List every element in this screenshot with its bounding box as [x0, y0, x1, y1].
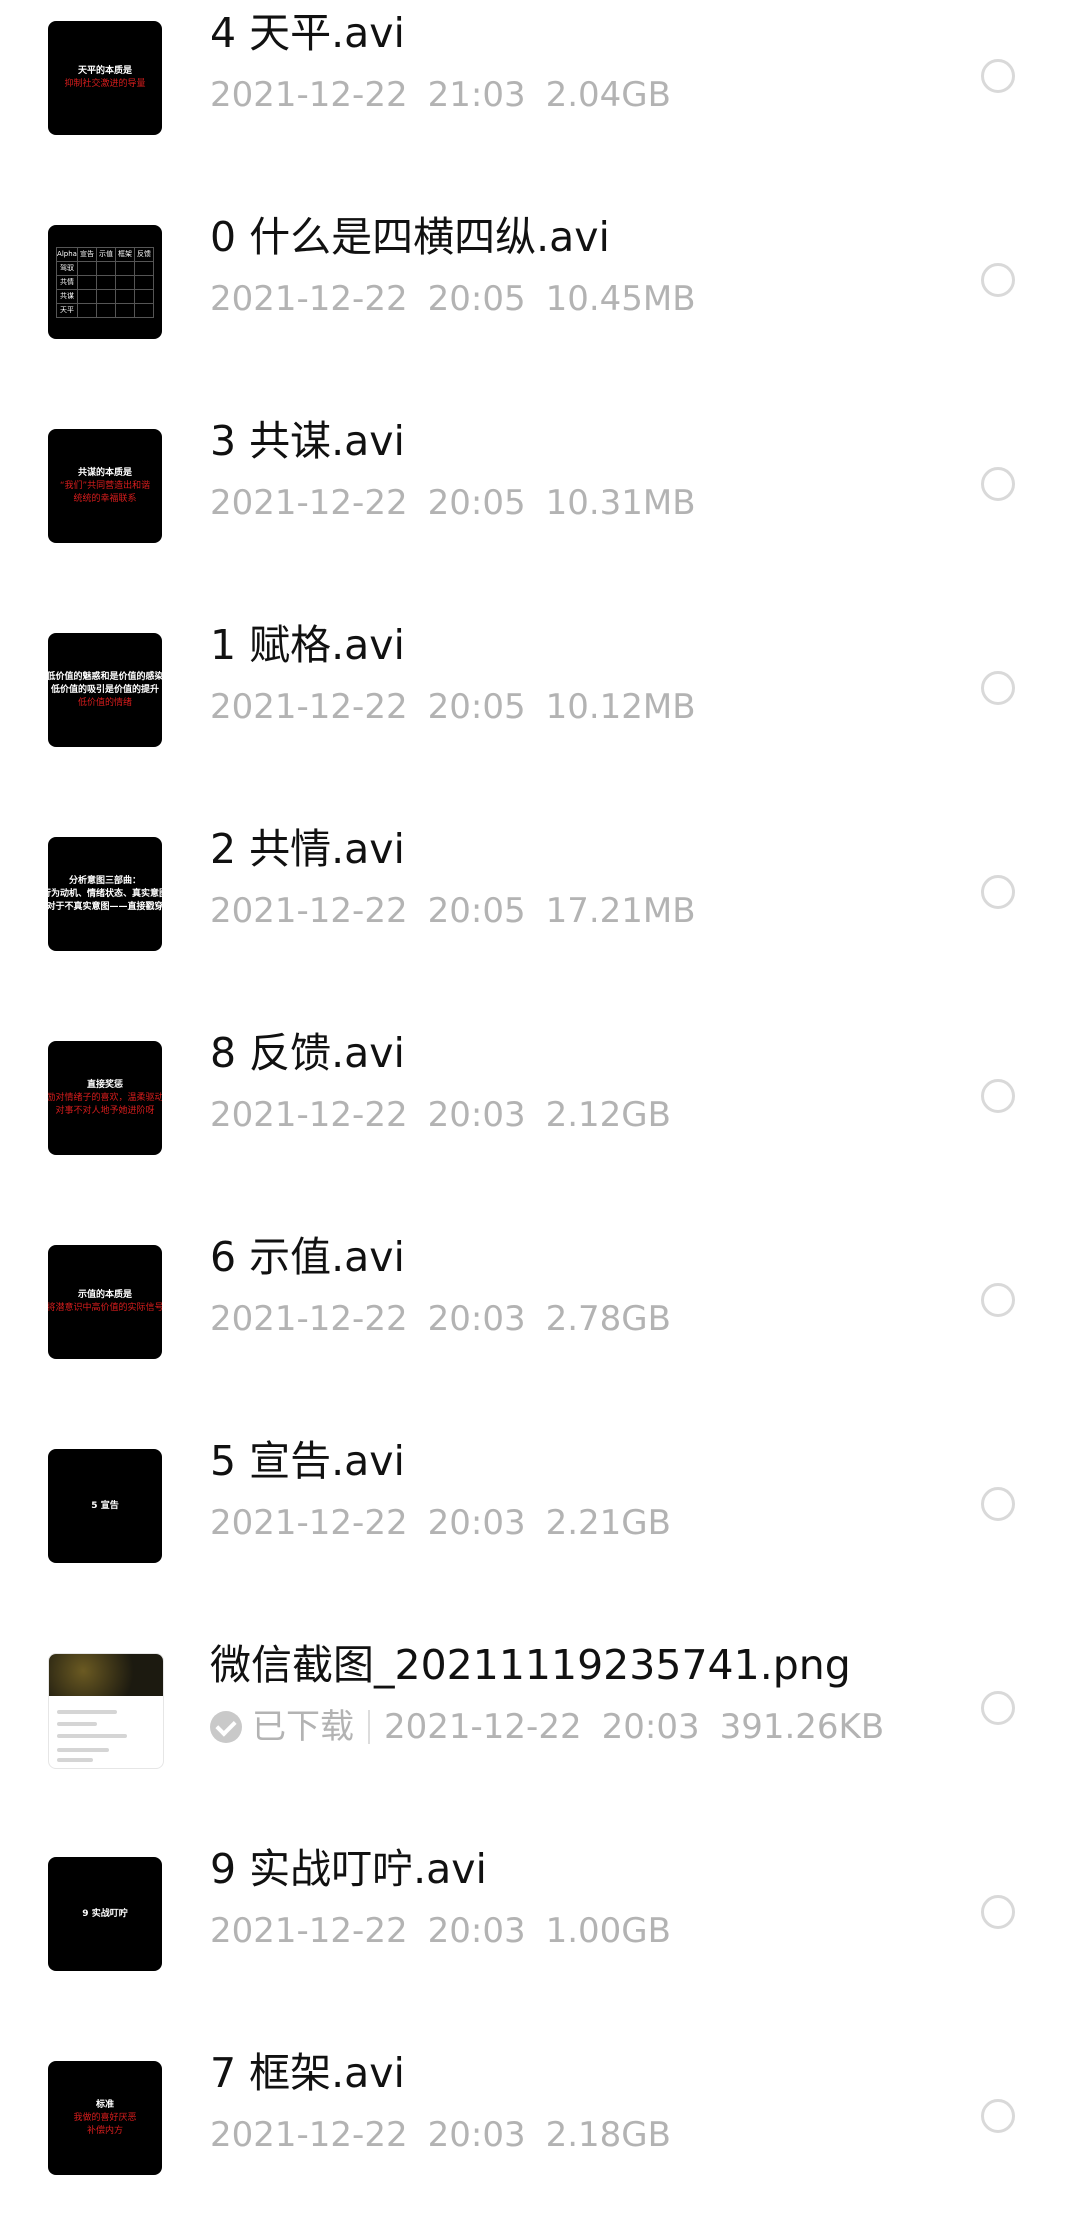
file-meta: 2021-12-22 20:05 17.21MB	[210, 889, 696, 933]
file-date: 2021-12-22	[210, 687, 408, 727]
file-row[interactable]: 低价值的魅惑和是价值的感染 低价值的吸引是价值的提升 低价值的情绪 1 赋格.avi 2…	[0, 588, 1080, 792]
video-thumbnail: 天平的本质是 抑制社交激进的导量	[48, 21, 162, 135]
file-meta: 2021-12-22 20:05 10.45MB	[210, 277, 696, 321]
video-thumbnail: 共谋的本质是 “我们”共同营造出和谐 统统的幸福联系	[48, 429, 162, 543]
video-thumbnail: 直接奖惩奖励对情绪子的喜欢，温柔驱动情对事不对人地予她进阶呀	[48, 1041, 162, 1155]
file-time: 20:03	[427, 1503, 526, 1543]
file-meta: 2021-12-22 20:05 10.31MB	[210, 481, 696, 525]
select-radio[interactable]	[981, 1283, 1015, 1317]
select-radio[interactable]	[981, 1895, 1015, 1929]
select-radio[interactable]	[981, 671, 1015, 705]
file-date: 2021-12-22	[210, 279, 408, 319]
file-name: 2 共情.avi	[210, 825, 405, 873]
select-radio[interactable]	[981, 1691, 1015, 1725]
file-name: 微信截图_20211119235741.png	[210, 1641, 851, 1689]
file-date: 2021-12-22	[210, 2115, 408, 2155]
file-time: 20:05	[427, 687, 526, 727]
file-size: 2.18GB	[545, 2115, 671, 2155]
file-row[interactable]: 天平的本质是 抑制社交激进的导量 4 天平.avi 2021-12-22 21:03 2.…	[0, 0, 1080, 180]
video-thumbnail: 示值的本质是 将潜意识中高价值的实际信号	[48, 1245, 162, 1359]
file-size: 10.45MB	[545, 279, 696, 319]
select-radio[interactable]	[981, 2099, 1015, 2133]
file-size: 10.31MB	[545, 483, 696, 523]
file-row[interactable]: 示值的本质是 将潜意识中高价值的实际信号 6 示值.avi 2021-12-22 20:…	[0, 1200, 1080, 1404]
video-thumbnail: 低价值的魅惑和是价值的感染 低价值的吸引是价值的提升 低价值的情绪	[48, 633, 162, 747]
check-icon	[210, 1711, 242, 1743]
file-date: 2021-12-22	[210, 483, 408, 523]
file-size: 2.21GB	[545, 1503, 671, 1543]
separator	[368, 1710, 370, 1744]
select-radio[interactable]	[981, 875, 1015, 909]
file-name: 7 框架.avi	[210, 2049, 405, 2097]
file-name: 5 宣告.avi	[210, 1437, 405, 1485]
file-date: 2021-12-22	[384, 1707, 582, 1747]
downloaded-badge: 已下载	[210, 1705, 354, 1749]
file-size: 10.12MB	[545, 687, 696, 727]
file-name: 0 什么是四横四纵.avi	[210, 213, 610, 261]
file-date: 2021-12-22	[210, 1503, 408, 1543]
file-date: 2021-12-22	[210, 75, 408, 115]
file-time: 21:03	[427, 75, 526, 115]
file-date: 2021-12-22	[210, 1299, 408, 1339]
file-size: 2.78GB	[545, 1299, 671, 1339]
file-size: 2.04GB	[545, 75, 671, 115]
file-name: 6 示值.avi	[210, 1233, 405, 1281]
file-time: 20:05	[427, 483, 526, 523]
file-date: 2021-12-22	[210, 891, 408, 931]
video-thumbnail: 9 实战叮咛	[48, 1857, 162, 1971]
file-row[interactable]: 分析意图三部曲： 行为动机、情绪状态、真实意图 对于不真实意图——直接戳穿 2 共情.…	[0, 792, 1080, 996]
file-row[interactable]: 9 实战叮咛 9 实战叮咛.avi 2021-12-22 20:03 1.00GB	[0, 1812, 1080, 2016]
file-name: 9 实战叮咛.avi	[210, 1845, 487, 1893]
file-size: 2.12GB	[545, 1095, 671, 1135]
file-meta: 2021-12-22 20:03 1.00GB	[210, 1909, 671, 1953]
file-meta: 已下载 2021-12-22 20:03 391.26KB	[210, 1705, 884, 1749]
file-row[interactable]: 微信截图_20211119235741.png 已下载 2021-12-22 20:0…	[0, 1608, 1080, 1812]
file-time: 20:03	[427, 1095, 526, 1135]
file-name: 3 共谋.avi	[210, 417, 405, 465]
select-radio[interactable]	[981, 1487, 1015, 1521]
file-row[interactable]: 标准 我做的喜好厌恶 补偿内方 7 框架.avi 2021-12-22 20:03 2.18…	[0, 2016, 1080, 2220]
file-name: 1 赋格.avi	[210, 621, 405, 669]
file-row[interactable]: 5 宣告 5 宣告.avi 2021-12-22 20:03 2.21GB	[0, 1404, 1080, 1608]
file-time: 20:03	[427, 2115, 526, 2155]
image-thumbnail	[48, 1653, 164, 1769]
file-name: 8 反馈.avi	[210, 1029, 405, 1077]
file-date: 2021-12-22	[210, 1911, 408, 1951]
file-date: 2021-12-22	[210, 1095, 408, 1135]
file-time: 20:03	[427, 1299, 526, 1339]
video-thumbnail: 标准 我做的喜好厌恶 补偿内方	[48, 2061, 162, 2175]
select-radio[interactable]	[981, 1079, 1015, 1113]
video-thumbnail: Alpha 宣告 示值 框架 反馈 驾驭 共情 共谋 天平	[48, 225, 162, 339]
select-radio[interactable]	[981, 59, 1015, 93]
file-time: 20:03	[601, 1707, 700, 1747]
file-meta: 2021-12-22 20:03 2.12GB	[210, 1093, 671, 1137]
file-time: 20:05	[427, 279, 526, 319]
file-size: 1.00GB	[545, 1911, 671, 1951]
select-radio[interactable]	[981, 263, 1015, 297]
file-meta: 2021-12-22 21:03 2.04GB	[210, 73, 671, 117]
file-name: 4 天平.avi	[210, 9, 405, 57]
video-thumbnail: 5 宣告	[48, 1449, 162, 1563]
file-meta: 2021-12-22 20:03 2.78GB	[210, 1297, 671, 1341]
file-size: 391.26KB	[719, 1707, 885, 1747]
file-row[interactable]: Alpha 宣告 示值 框架 反馈 驾驭 共情 共谋 天平 0 什么是四横四纵.avi 2021-1…	[0, 180, 1080, 384]
file-row[interactable]: 共谋的本质是 “我们”共同营造出和谐 统统的幸福联系 3 共谋.avi 2021-12-…	[0, 384, 1080, 588]
select-radio[interactable]	[981, 467, 1015, 501]
video-thumbnail: 分析意图三部曲： 行为动机、情绪状态、真实意图 对于不真实意图——直接戳穿	[48, 837, 162, 951]
file-meta: 2021-12-22 20:05 10.12MB	[210, 685, 696, 729]
file-meta: 2021-12-22 20:03 2.21GB	[210, 1501, 671, 1545]
file-meta: 2021-12-22 20:03 2.18GB	[210, 2113, 671, 2157]
file-row[interactable]: 直接奖惩奖励对情绪子的喜欢，温柔驱动情对事不对人地予她进阶呀 8 反馈.avi 20…	[0, 996, 1080, 1200]
file-time: 20:03	[427, 1911, 526, 1951]
file-time: 20:05	[427, 891, 526, 931]
file-size: 17.21MB	[545, 891, 696, 931]
